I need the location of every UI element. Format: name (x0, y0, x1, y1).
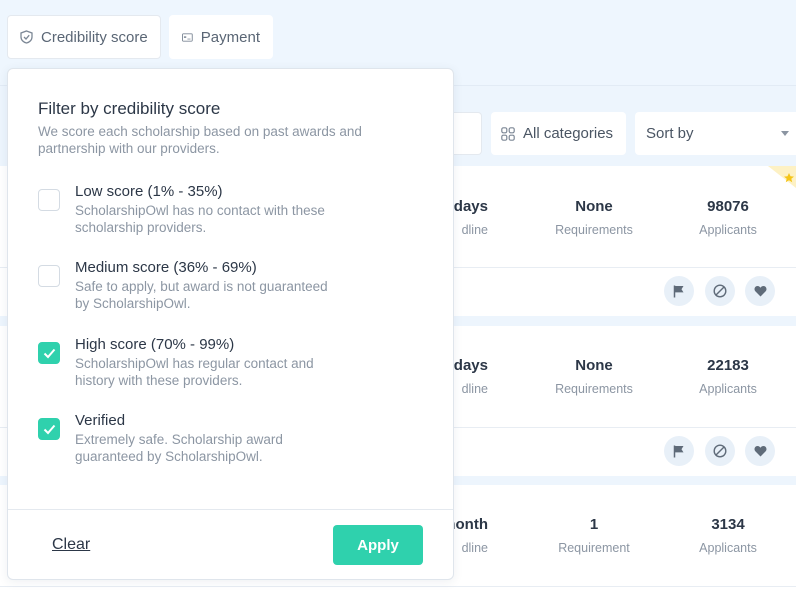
favorite-button[interactable] (745, 276, 775, 306)
option-description: Safe to apply, but award is not guarante… (75, 279, 328, 311)
requirements-label: Requirements (555, 382, 633, 396)
favorite-button[interactable] (745, 436, 775, 466)
requirements-value: None (575, 198, 613, 215)
credibility-score-filter-button[interactable]: Credibility score (7, 15, 161, 59)
option-description: ScholarshipOwl has no contact with these… (75, 203, 325, 235)
applicants-value: 3134 (711, 516, 745, 533)
checkbox-high-score[interactable] (38, 342, 60, 364)
checkmark-icon (43, 424, 56, 435)
flag-button[interactable] (664, 276, 694, 306)
categories-label: All categories (523, 125, 614, 142)
block-icon (713, 444, 727, 458)
heart-icon (754, 446, 766, 457)
checkbox-medium-score[interactable] (38, 265, 60, 287)
applicants-stat: 3134 Applicants (680, 516, 776, 555)
grid-icon (501, 126, 515, 141)
panel-title: Filter by credibility score (38, 99, 221, 118)
applicants-stat: 98076 Applicants (680, 198, 776, 237)
block-icon (713, 284, 727, 298)
applicants-label: Applicants (699, 223, 757, 237)
chevron-down-icon (781, 131, 789, 136)
requirements-label: Requirement (558, 541, 630, 555)
applicants-label: Applicants (699, 382, 757, 396)
categories-button[interactable]: All categories (491, 112, 626, 155)
dismiss-button[interactable] (705, 436, 735, 466)
option-description: ScholarshipOwl has regular contact and h… (75, 356, 314, 388)
payment-card-icon (182, 32, 193, 42)
panel-description: We score each scholarship based on past … (38, 124, 362, 156)
payment-filter-button[interactable]: Payment (169, 15, 273, 59)
sort-by-label: Sort by (646, 125, 694, 142)
credibility-score-label: Credibility score (41, 28, 148, 46)
credibility-filter-dropdown: Filter by credibility score We score eac… (7, 68, 454, 580)
requirements-value: 1 (589, 516, 599, 533)
dismiss-button[interactable] (705, 276, 735, 306)
apply-button[interactable]: Apply (333, 525, 423, 565)
requirements-stat: 1 Requirement (540, 516, 648, 555)
flag-icon (673, 445, 684, 457)
option-title: Verified (75, 412, 126, 429)
checkbox-low-score[interactable] (38, 189, 60, 211)
option-title: Medium score (36% - 69%) (75, 259, 257, 276)
sort-by-select[interactable]: Sort by (635, 112, 796, 155)
flag-icon (673, 285, 684, 297)
option-title: High score (70% - 99%) (75, 336, 235, 353)
panel-footer: Clear Apply (8, 509, 453, 580)
requirements-label: Requirements (555, 223, 633, 237)
option-title: Low score (1% - 35%) (75, 183, 223, 200)
applicants-value: 98076 (707, 198, 749, 215)
flag-button[interactable] (664, 436, 694, 466)
clear-link[interactable]: Clear (52, 536, 90, 554)
applicants-stat: 22183 Applicants (680, 357, 776, 396)
payment-label: Payment (200, 28, 260, 46)
requirements-stat: None Requirements (540, 357, 648, 396)
shield-check-icon (20, 30, 33, 44)
option-description: Extremely safe. Scholarship award guaran… (75, 432, 283, 464)
checkmark-icon (43, 348, 56, 359)
applicants-label: Applicants (699, 541, 757, 555)
requirements-stat: None Requirements (540, 198, 648, 237)
requirements-value: None (575, 357, 613, 374)
heart-icon (754, 286, 766, 297)
checkbox-verified[interactable] (38, 418, 60, 440)
applicants-value: 22183 (707, 357, 749, 374)
